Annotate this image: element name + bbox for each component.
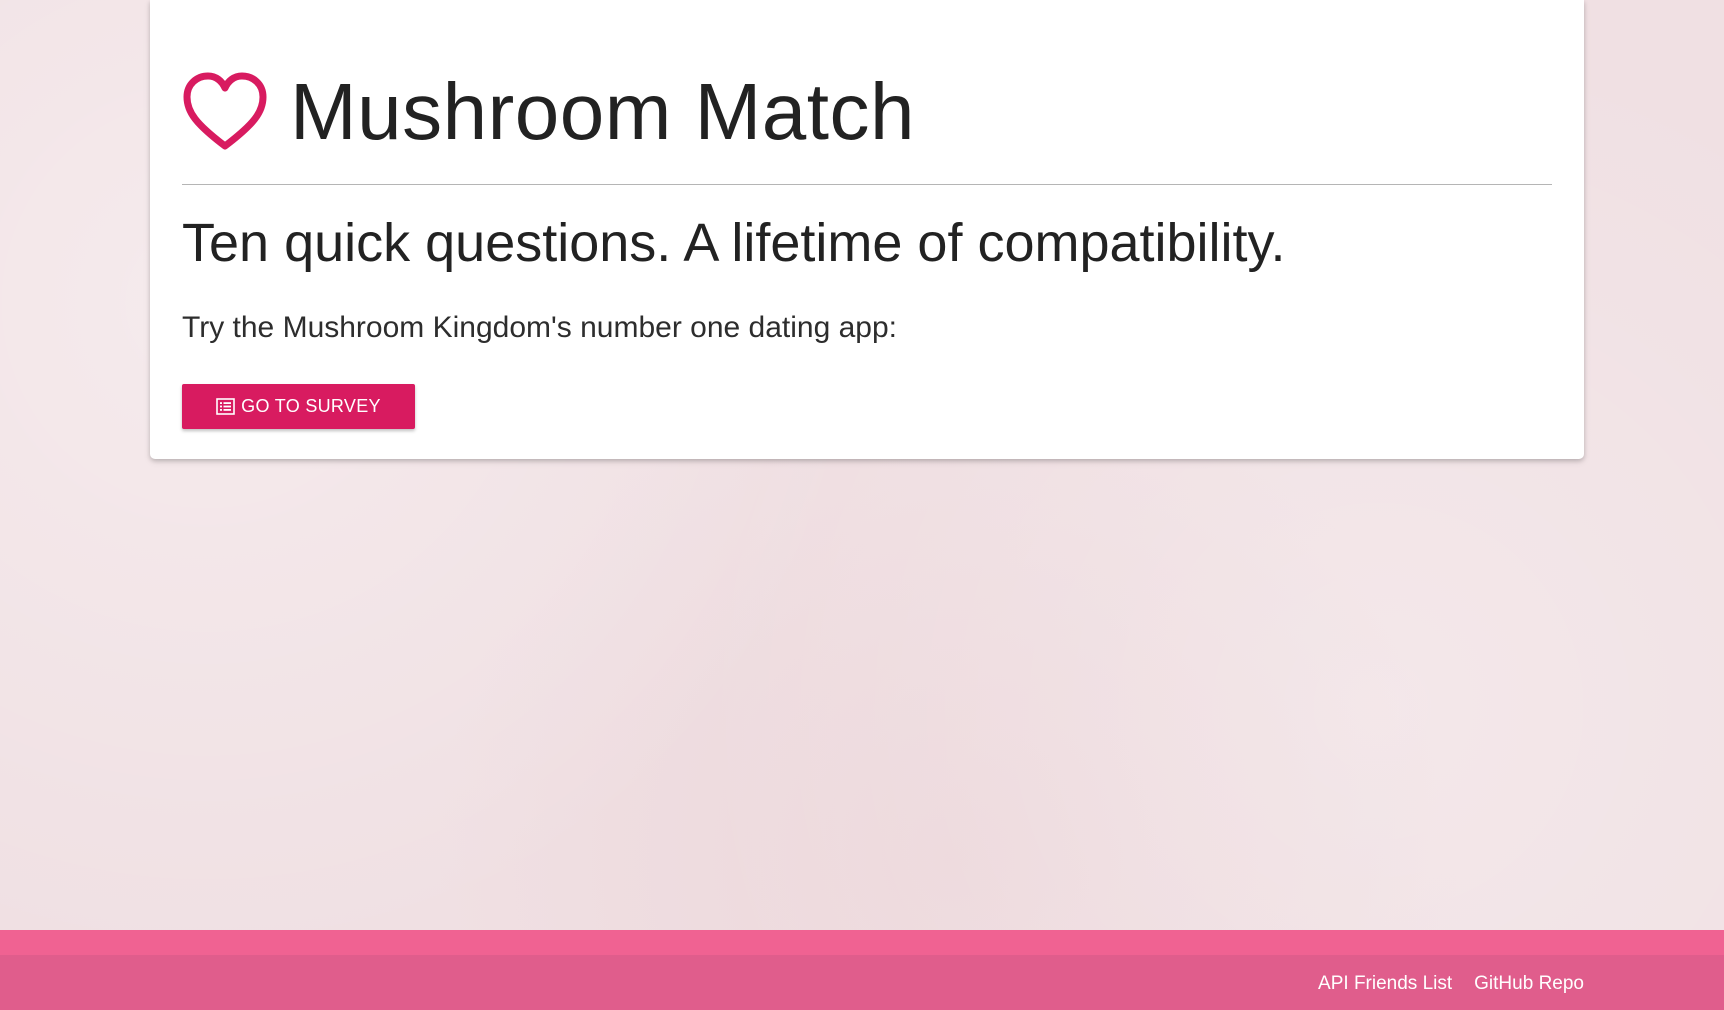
hero-card: Mushroom Match Ten quick questions. A li…	[150, 0, 1584, 459]
api-friends-list-link[interactable]: API Friends List	[1318, 973, 1452, 995]
go-to-survey-label: GO TO SURVEY	[241, 396, 381, 416]
footer: API Friends List GitHub Repo	[0, 955, 1724, 1010]
footer-links: API Friends List GitHub Repo	[1296, 973, 1584, 995]
footer-accent-bar	[0, 930, 1724, 955]
title-divider	[182, 184, 1552, 185]
heart-outline-icon	[183, 72, 267, 150]
tagline: Ten quick questions. A lifetime of compa…	[182, 213, 1286, 273]
page-title: Mushroom Match	[290, 67, 915, 156]
list-icon	[216, 398, 235, 415]
lead-text: Try the Mushroom Kingdom's number one da…	[182, 311, 897, 344]
go-to-survey-button[interactable]: GO TO SURVEY	[182, 384, 415, 429]
title-row: Mushroom Match	[182, 62, 915, 162]
github-repo-link[interactable]: GitHub Repo	[1474, 973, 1584, 995]
